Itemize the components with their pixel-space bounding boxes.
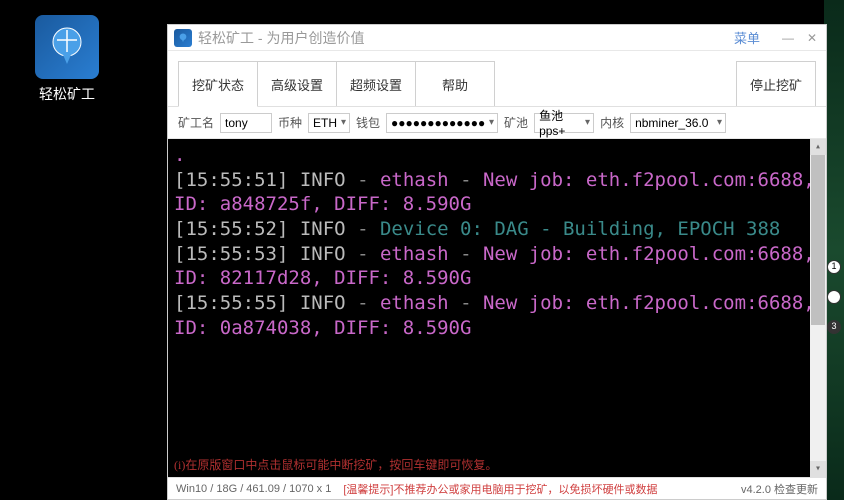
statusbar: Win10 / 18G / 461.09 / 1070 x 1 [温馨提示]不推…: [168, 477, 826, 499]
tab-bar: 挖矿状态 高级设置 超频设置 帮助 停止挖矿: [168, 51, 826, 107]
console-scrollbar[interactable]: ▴ ▾: [810, 139, 826, 477]
tab-advanced[interactable]: 高级设置: [257, 61, 337, 106]
worker-name-input[interactable]: [220, 113, 272, 133]
console-hint: (i)在原版窗口中点击鼠标可能中断挖矿，按回车键即可恢复。: [174, 456, 497, 473]
coin-select[interactable]: ETH: [308, 113, 350, 133]
warning-message: [温馨提示]不推荐办公或家用电脑用于挖矿，以免损坏硬件或数据: [343, 481, 657, 497]
system-info: Win10 / 18G / 461.09 / 1070 x 1: [176, 483, 331, 495]
coin-label: 币种: [278, 114, 302, 131]
titlebar: 轻松矿工 - 为用户创造价值 菜单 — ✕: [168, 25, 826, 51]
stop-mining-button[interactable]: 停止挖矿: [736, 61, 816, 106]
titlebar-logo-icon: [174, 29, 192, 47]
window-title: 轻松矿工 - 为用户创造价值: [198, 28, 734, 48]
bg-circle-3: 3: [827, 320, 841, 334]
version-check-update[interactable]: v4.2.0 检查更新: [741, 481, 818, 497]
pool-select[interactable]: 鱼池pps+: [534, 113, 594, 133]
app-icon: [35, 15, 99, 79]
bg-circle-2: [827, 290, 841, 304]
scroll-down-button[interactable]: ▾: [810, 461, 826, 477]
tab-help[interactable]: 帮助: [415, 61, 495, 106]
tab-overclock[interactable]: 超频设置: [336, 61, 416, 106]
bg-circle-1: 1: [827, 260, 841, 274]
kernel-select[interactable]: nbminer_36.0: [630, 113, 726, 133]
menu-button[interactable]: 菜单: [734, 28, 760, 47]
pool-label: 矿池: [504, 114, 528, 131]
desktop-shortcut[interactable]: 轻松矿工: [22, 15, 112, 104]
console-output: . [15:55:51] INFO - ethash - New job: et…: [168, 139, 826, 477]
console-lines: . [15:55:51] INFO - ethash - New job: et…: [168, 139, 826, 345]
wallet-select[interactable]: ●●●●●●●●●●●●●: [386, 113, 498, 133]
wallet-label: 钱包: [356, 114, 380, 131]
scroll-thumb[interactable]: [811, 155, 825, 325]
desktop-background-decoration: 1 3: [824, 0, 844, 500]
worker-label: 矿工名: [178, 114, 214, 131]
desktop-icon-label: 轻松矿工: [22, 84, 112, 104]
scroll-up-button[interactable]: ▴: [810, 139, 826, 155]
close-button[interactable]: ✕: [804, 31, 820, 45]
minimize-button[interactable]: —: [780, 31, 796, 45]
tab-mining-status[interactable]: 挖矿状态: [178, 61, 258, 107]
app-window: 轻松矿工 - 为用户创造价值 菜单 — ✕ 挖矿状态 高级设置 超频设置 帮助 …: [167, 24, 827, 500]
kernel-label: 内核: [600, 114, 624, 131]
parameters-row: 矿工名 币种 ETH 钱包 ●●●●●●●●●●●●● 矿池 鱼池pps+ 内核…: [168, 107, 826, 139]
